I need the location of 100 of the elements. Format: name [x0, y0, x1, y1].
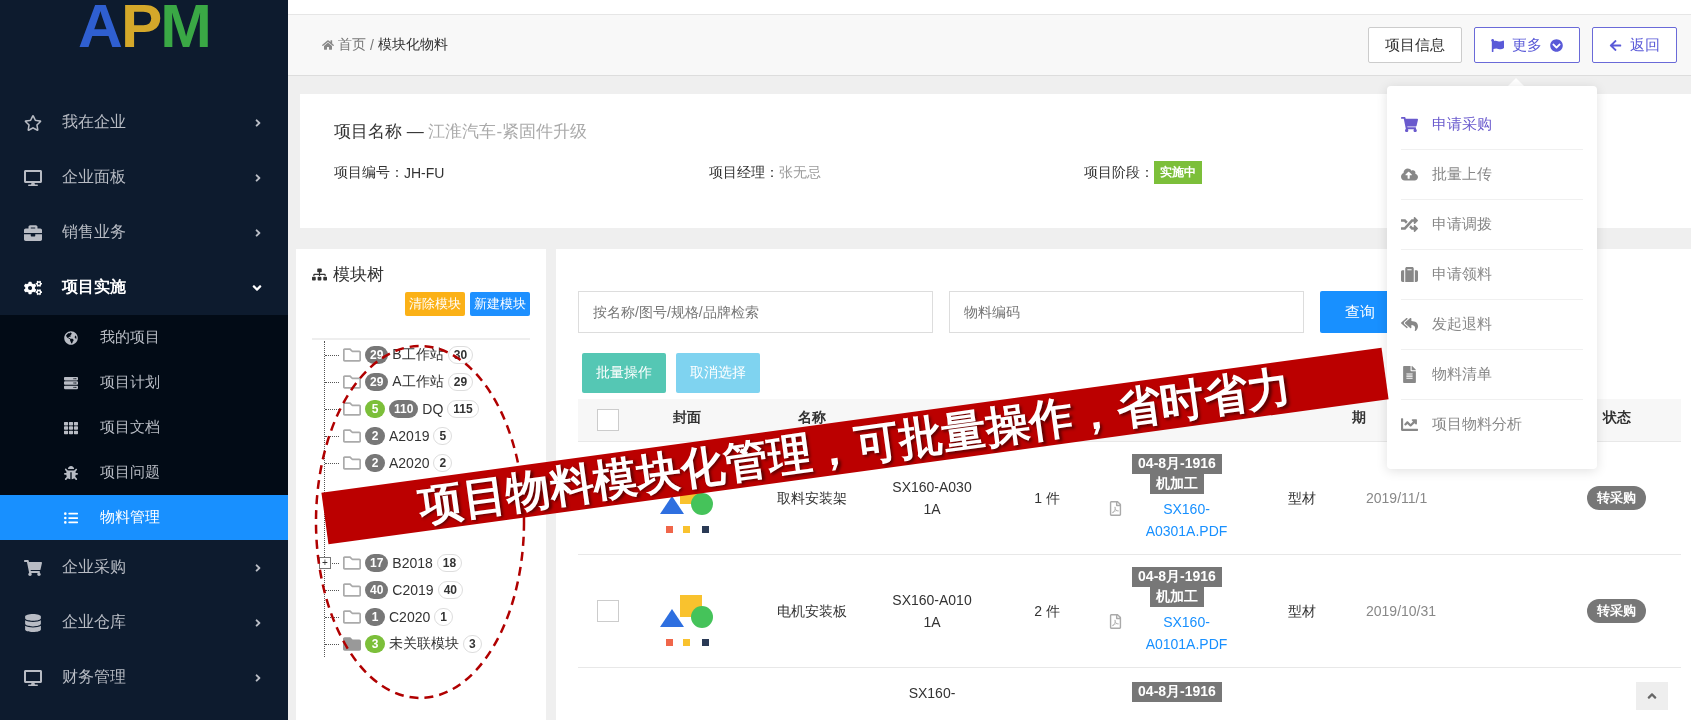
- menu-item[interactable]: 项目物料分析: [1401, 400, 1583, 449]
- sidebar-subitem[interactable]: 我的项目: [0, 315, 288, 360]
- briefcase-icon: [24, 223, 42, 242]
- tree-node[interactable]: 2 A2020 2: [318, 449, 457, 476]
- sidebar-item[interactable]: 企业采购: [0, 540, 288, 595]
- menu-item[interactable]: 发起退料: [1401, 300, 1583, 350]
- field-value: 张无忌: [779, 163, 821, 182]
- tree-node[interactable]: 29 A工作站 29: [318, 368, 478, 395]
- arrow-left-icon: [1609, 38, 1622, 52]
- column-header: 名称: [798, 408, 826, 427]
- folder-icon: [343, 372, 361, 391]
- folder-icon: [343, 399, 361, 418]
- column-header: 期: [1352, 408, 1366, 427]
- tree-node[interactable]: 5 110 DQ 115: [318, 395, 483, 422]
- search-field[interactable]: 按名称/图号/规格/品牌检索: [578, 291, 933, 333]
- sidebar-subitem[interactable]: 项目文档: [0, 405, 288, 450]
- suitcase-icon: [1401, 266, 1418, 283]
- folder-icon: [343, 580, 361, 599]
- node-label: C2020: [389, 608, 431, 625]
- sidebar-item[interactable]: 我在企业: [0, 95, 288, 150]
- field-label: 项目阶段：: [1084, 163, 1154, 182]
- back-to-top-button[interactable]: [1636, 682, 1668, 710]
- tree-node[interactable]: + 17 B2018 18: [318, 549, 467, 576]
- tree-node[interactable]: 2 A2019 5: [318, 422, 457, 449]
- row-checkbox[interactable]: [597, 600, 619, 622]
- pdf-file-icon: [1107, 501, 1123, 516]
- count-badge: 3: [365, 634, 385, 653]
- monitor-icon: [24, 168, 42, 187]
- bug-icon: [64, 465, 78, 480]
- field-value: JH-FU: [404, 164, 445, 181]
- cloud-upload-icon: [1401, 166, 1418, 183]
- list-icon: [64, 510, 78, 525]
- tree-node[interactable]: 1 C2020 1: [318, 603, 457, 630]
- folder-icon: [343, 607, 361, 626]
- shapes-drawing: [660, 594, 714, 646]
- flag-icon: [1491, 38, 1504, 52]
- menu-item[interactable]: 申请采购: [1401, 100, 1583, 150]
- breadcrumb-link[interactable]: 首页: [338, 36, 366, 54]
- folder-icon: [343, 634, 361, 653]
- cart-icon: [24, 558, 42, 577]
- process-tag: 机加工: [1150, 474, 1204, 494]
- sidebar-subitem[interactable]: 项目问题: [0, 450, 288, 495]
- gears-icon: [24, 278, 42, 297]
- breadcrumb-separator: /: [370, 37, 374, 53]
- sidebar-item[interactable]: 财务管理: [0, 650, 288, 705]
- count-badge: 17: [365, 553, 389, 572]
- menu-item[interactable]: 申请领料: [1401, 250, 1583, 300]
- node-label: 未关联模块: [389, 634, 459, 653]
- table-cell-text: 2 件: [1034, 602, 1060, 621]
- count-badge: 40: [365, 580, 389, 599]
- table-cell-text: 取料安装架: [777, 489, 847, 508]
- stage-badge: 实施中: [1154, 161, 1202, 184]
- project-title: 项目名称 — 江淮汽车-紧固件升级: [334, 121, 588, 143]
- table-cell-text: 型材: [1288, 602, 1316, 621]
- globe-icon: [64, 330, 78, 345]
- folder-icon: [343, 553, 361, 572]
- search-field[interactable]: 物料编码: [949, 291, 1304, 333]
- table-cell-text: SX160-A0101A: [892, 591, 972, 632]
- menu-item[interactable]: 物料清单: [1401, 350, 1583, 400]
- reply-icon: [1401, 316, 1418, 333]
- node-label: A2020: [389, 454, 430, 471]
- back-button[interactable]: 返回: [1592, 27, 1677, 63]
- folder-icon: [343, 345, 361, 364]
- sidebar-item[interactable]: 项目实施: [0, 260, 288, 315]
- tree-node[interactable]: 3 未关联模块 3: [318, 630, 486, 657]
- count-badge: 29: [365, 345, 389, 364]
- sitemap-icon: [312, 267, 327, 282]
- panel-title: 模块树: [333, 264, 384, 286]
- sidebar-subitem[interactable]: 项目计划: [0, 360, 288, 405]
- grid-icon: [64, 420, 78, 435]
- logo: APM: [78, 0, 210, 52]
- shuffle-icon: [1401, 216, 1418, 233]
- node-label: A工作站: [392, 372, 444, 391]
- pdf-file-icon: [1107, 614, 1123, 629]
- star-icon: [24, 113, 42, 132]
- select-all-checkbox[interactable]: [597, 409, 619, 431]
- folder-icon: [343, 453, 361, 472]
- node-label: C2019: [392, 581, 434, 598]
- menu-item[interactable]: 批量上传: [1401, 150, 1583, 200]
- count-badge: 1: [365, 607, 385, 626]
- sidebar-item[interactable]: 企业仓库: [0, 595, 288, 650]
- table-cell-text: 2019/10/31: [1365, 602, 1437, 621]
- folder-icon: [343, 426, 361, 445]
- status-badge: 转采购: [1587, 599, 1646, 623]
- expand-toggle[interactable]: +: [319, 557, 331, 569]
- cart-icon: [1401, 116, 1418, 133]
- home-icon: [322, 39, 334, 51]
- more-button[interactable]: 更多: [1474, 27, 1580, 63]
- table-cell-text: 型材: [1288, 489, 1316, 508]
- menu-item[interactable]: 申请调拨: [1401, 200, 1583, 250]
- table-cell-text: 电机安装板: [777, 602, 847, 621]
- node-label: A2019: [389, 427, 430, 444]
- count-badge: 2: [365, 453, 385, 472]
- tree-node[interactable]: 40 C2019 40: [318, 576, 467, 603]
- sidebar-item[interactable]: 企业面板: [0, 150, 288, 205]
- project-info-button[interactable]: 项目信息: [1368, 27, 1462, 63]
- status-badge: 转采购: [1587, 486, 1646, 510]
- column-header: 封面: [673, 408, 701, 427]
- field-label: 项目编号：: [334, 163, 404, 182]
- sidebar-item[interactable]: 销售业务: [0, 205, 288, 260]
